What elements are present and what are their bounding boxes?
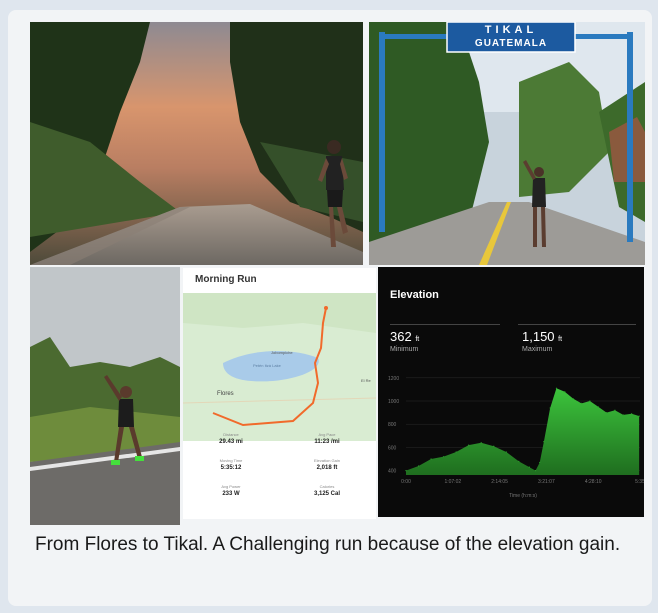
elevation-max-value: 1,150 ft (522, 329, 563, 344)
elevation-point (543, 440, 545, 443)
elevation-point (468, 444, 470, 446)
y-tick-label: 600 (388, 445, 397, 451)
x-tick-label: 2:14:05 (491, 479, 508, 485)
elevation-point (430, 458, 432, 460)
elevation-point (493, 445, 495, 447)
elevation-min-label: Minimum (390, 346, 419, 353)
x-tick-label: 1:07:02 (444, 479, 461, 485)
elevation-point (638, 415, 640, 417)
map-label-lake: Petén Itzá Lake (253, 363, 281, 368)
sign-text-guatemala: GUATEMALA (474, 38, 548, 49)
map-label-town: Jobompiche (271, 350, 293, 355)
elevation-point (580, 402, 583, 404)
activity-stats: Distance 29.43 mi Avg Pace 11:23 /mi Movin… (183, 428, 376, 516)
stat-avg-pace: Avg Pace 11:23 /mi (314, 432, 340, 445)
elevation-point (505, 451, 507, 453)
elevation-min-value: 362 ft (390, 329, 420, 344)
elevation-point (480, 442, 482, 444)
x-tick-label: 3:21:07 (538, 479, 555, 485)
y-tick-label: 800 (388, 422, 397, 428)
photo-tikal-sign[interactable] (369, 22, 645, 265)
photo-runner-waving[interactable] (30, 267, 180, 525)
elevation-point (539, 461, 541, 464)
elevation-title: Elevation (390, 289, 439, 301)
elevation-point (572, 398, 574, 400)
elevation-point (549, 407, 551, 409)
elevation-point (597, 406, 599, 408)
elevation-point (631, 413, 633, 415)
x-axis-label: Time (h:m:s) (509, 493, 537, 499)
map-label-flores: Flores (217, 391, 234, 397)
stat-distance: Distance 29.43 mi (219, 432, 243, 445)
elevation-point (405, 469, 407, 472)
photo-dawn-road-run[interactable] (30, 22, 363, 265)
elevation-point (518, 460, 520, 462)
elevation-max-label: Maximum (522, 346, 553, 353)
x-tick-label: 5:35 (635, 479, 644, 485)
post-caption: From Flores to Tikal. A Challenging run … (35, 534, 621, 555)
stat-avg-power: Avg Power 233 W (221, 484, 241, 497)
elevation-point (555, 387, 558, 389)
x-tick-label: 4:28:10 (585, 479, 602, 485)
elevation-point (455, 451, 457, 453)
elevation-area (406, 388, 640, 475)
stat-elevation-gain: Elevation Gain 2,018 ft (313, 458, 340, 471)
elevation-point (605, 411, 608, 414)
elevation-point (564, 391, 566, 393)
stat-calories: Calories 3,125 Cal (313, 484, 341, 497)
strava-activity-card[interactable]: Morning Run Flores Petén Itzá Lake Jobom… (183, 268, 376, 519)
stat-moving-time: Moving Time 5:35:12 (219, 458, 243, 471)
elevation-point (528, 466, 530, 468)
y-tick-label: 400 (388, 469, 397, 475)
y-tick-label: 1200 (388, 376, 399, 382)
elevation-point (534, 469, 537, 472)
elevation-panel[interactable]: Elevation 362 ft 1,150 ft Minimum Maximu… (378, 267, 644, 517)
map-label-road: El Re (361, 378, 371, 383)
elevation-chart[interactable]: 400 600 800 1000 1200 0:00 1:07:02 2:14:05 3:21:… (378, 367, 644, 517)
elevation-point (417, 465, 420, 467)
x-tick-label: 0:00 (401, 479, 411, 485)
sign-text-tikal: TIKAL (484, 24, 538, 36)
elevation-point (589, 400, 591, 402)
activity-title: Morning Run (195, 274, 257, 285)
y-tick-label: 1000 (388, 399, 399, 405)
elevation-point (443, 456, 445, 458)
elevation-point (622, 414, 624, 416)
divider (518, 324, 636, 325)
elevation-point (614, 409, 616, 411)
divider (390, 324, 500, 325)
